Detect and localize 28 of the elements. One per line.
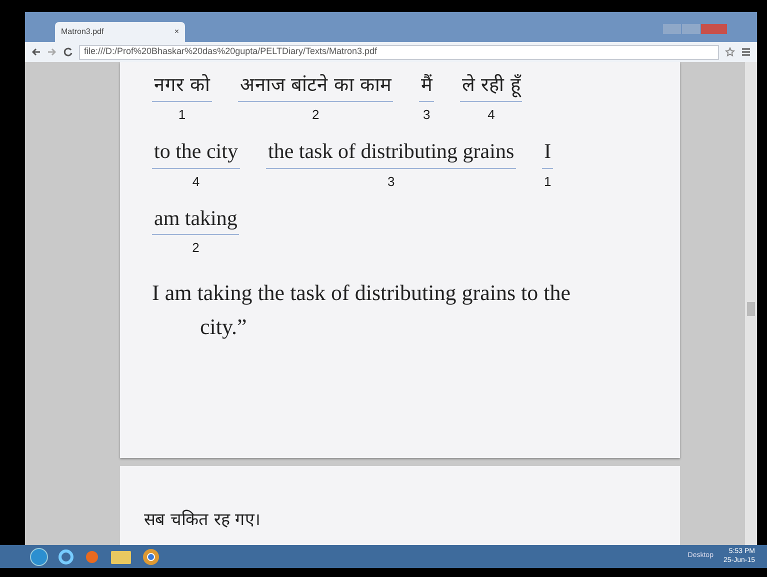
forward-icon[interactable] <box>47 47 57 57</box>
phrase: नगर को <box>152 74 212 102</box>
phrase-number: 2 <box>192 239 200 258</box>
phrase: am taking <box>152 205 240 236</box>
chrome-icon[interactable] <box>142 548 160 566</box>
phrase: I <box>542 138 554 168</box>
address-bar[interactable]: file:///D:/Prof%20Bhaskar%20das%20gupta/PELTDiary/Texts/Matron3.pdf <box>79 44 719 60</box>
back-icon[interactable] <box>31 47 41 57</box>
browser-tab[interactable]: Matron3.pdf × <box>55 22 185 42</box>
phrase-number: 4 <box>488 106 495 124</box>
phrase-number: 1 <box>178 106 186 124</box>
phrase-number: 4 <box>192 172 200 190</box>
hindi-sentence: सब चकित रह गए। <box>144 510 260 530</box>
phrase: अनाज बांटने का काम <box>238 74 394 102</box>
phrase-number: 3 <box>387 172 395 190</box>
reload-icon[interactable] <box>63 47 73 57</box>
phrase-number: 1 <box>544 172 552 190</box>
folder-icon[interactable] <box>110 548 132 564</box>
star-icon[interactable] <box>725 47 735 57</box>
phrase-number: 3 <box>423 106 430 124</box>
translation-sentence: I am taking the task of distributing grains to the city.” <box>152 278 572 341</box>
phrase: to the city <box>152 138 240 168</box>
menu-icon[interactable] <box>741 47 751 57</box>
start-button[interactable] <box>30 548 48 566</box>
phrase: मैं <box>419 74 434 102</box>
phrase-number: 2 <box>312 106 320 124</box>
phrase: ले रही हूँ <box>460 74 522 102</box>
phrase: the task of distributing grains <box>266 138 516 168</box>
